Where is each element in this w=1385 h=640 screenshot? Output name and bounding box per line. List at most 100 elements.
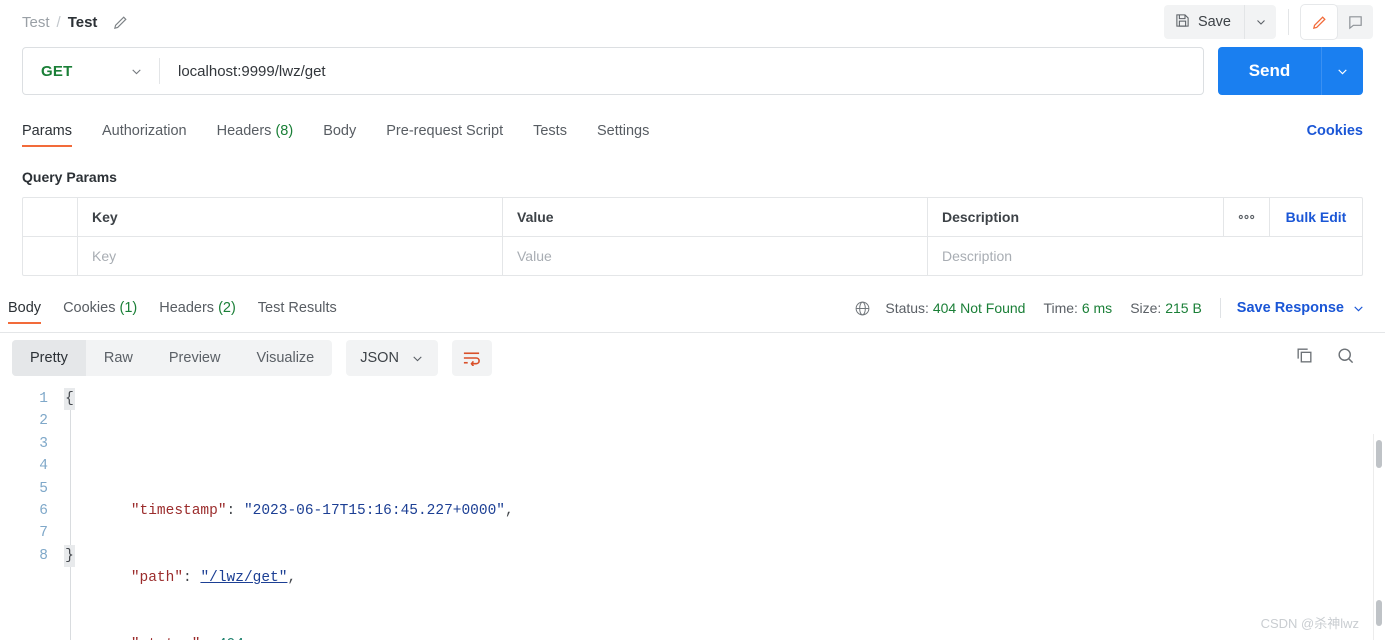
status-badge: 404 Not Found — [932, 300, 1026, 316]
save-response-button[interactable]: Save Response — [1237, 300, 1377, 316]
view-mode-preview[interactable]: Preview — [151, 340, 239, 376]
json-key: "path" — [130, 570, 184, 587]
json-value-link[interactable]: "/lwz/get" — [200, 570, 287, 586]
line-number: 2 — [39, 413, 48, 430]
response-tabs: Body Cookies (1) Headers (2) Test Result… — [0, 290, 1385, 324]
line-number: 1 — [39, 391, 48, 407]
top-bar: Test / Test Save — [0, 0, 1385, 44]
pencil-icon[interactable] — [112, 14, 129, 31]
fold-marker-close[interactable]: } — [64, 544, 75, 568]
query-params-table: Key Value Description Bulk Edit Key Valu… — [22, 197, 1363, 276]
chevron-down-icon — [413, 355, 422, 361]
vertical-scrollbar[interactable] — [1373, 434, 1385, 640]
tab-headers[interactable]: Headers (8) — [217, 123, 294, 147]
edit-mode-button[interactable] — [1301, 5, 1337, 39]
time-value: 6 ms — [1081, 300, 1113, 316]
request-url-row: GET Send — [0, 47, 1385, 95]
comment-icon — [1348, 15, 1362, 29]
json-comma: , — [287, 570, 297, 587]
code-line: "timestamp": "2023-06-17T15:16:45.227+00… — [96, 500, 514, 522]
query-params-title: Query Params — [22, 169, 117, 185]
column-header-description: Description — [928, 198, 1224, 236]
line-number: 7 — [39, 525, 48, 542]
floppy-disk-icon — [1175, 13, 1190, 32]
response-tab-headers[interactable]: Headers (2) — [159, 300, 236, 324]
response-tab-test-results[interactable]: Test Results — [258, 300, 337, 324]
save-button[interactable]: Save — [1164, 5, 1244, 39]
tab-label: Body — [8, 300, 42, 316]
view-mode-visualize[interactable]: Visualize — [238, 340, 332, 376]
tab-label: Authorization — [101, 123, 187, 139]
column-header-value: Value — [503, 198, 928, 236]
comments-button[interactable] — [1337, 5, 1373, 39]
word-wrap-button[interactable] — [451, 340, 492, 376]
table-header-row: Key Value Description Bulk Edit — [23, 198, 1362, 236]
breadcrumb-collection[interactable]: Test — [22, 14, 50, 31]
url-bar: GET — [22, 47, 1204, 95]
cookies-link[interactable]: Cookies — [1307, 123, 1363, 147]
request-tabs: Params Authorization Headers (8) Body Pr… — [0, 113, 1385, 147]
response-tab-cookies[interactable]: Cookies (1) — [63, 300, 137, 324]
breadcrumb-request[interactable]: Test — [68, 14, 98, 31]
line-number-gutter: 1 2 3 4 5 6 7 8 — [0, 388, 62, 640]
line-number: 4 — [39, 458, 48, 475]
tab-params[interactable]: Params — [22, 123, 72, 147]
time-label: Time: 6 ms — [1043, 300, 1112, 316]
status-label-text: Status: — [885, 300, 929, 316]
key-input[interactable]: Key — [78, 237, 503, 275]
code-line: "path": "/lwz/get", — [96, 567, 514, 589]
json-colon: : — [226, 503, 244, 520]
code-fold-gutter[interactable]: { . . . . . . } — [62, 388, 80, 640]
value-input[interactable]: Value — [503, 237, 928, 275]
line-number: 3 — [39, 435, 48, 452]
ellipsis-icon[interactable] — [1224, 198, 1270, 236]
save-button-label: Save — [1197, 14, 1231, 30]
fold-spacer: . — [64, 500, 75, 522]
tab-settings[interactable]: Settings — [597, 123, 649, 147]
response-divider — [0, 332, 1385, 333]
tab-label: Params — [22, 123, 72, 139]
fold-marker-open[interactable]: { — [64, 388, 75, 411]
fold-spacer: . — [64, 410, 75, 432]
view-mode-pretty[interactable]: Pretty — [12, 340, 86, 376]
save-dropdown-button[interactable] — [1244, 5, 1276, 39]
bulk-edit-button[interactable]: Bulk Edit — [1270, 198, 1362, 236]
url-input[interactable] — [160, 62, 1203, 80]
description-input[interactable]: Description — [928, 237, 1362, 275]
tab-pre-request-script[interactable]: Pre-request Script — [386, 123, 503, 147]
tab-label: Pre-request Script — [386, 123, 504, 139]
format-selector[interactable]: JSON — [346, 340, 438, 376]
table-row: Key Value Description — [23, 236, 1362, 275]
size-label-text: Size: — [1130, 300, 1162, 316]
tab-label: Tests — [533, 123, 567, 139]
word-wrap-icon — [464, 352, 481, 366]
method-selector[interactable]: GET — [23, 48, 159, 94]
fold-spacer: . — [64, 455, 75, 477]
tab-label: Test Results — [257, 300, 337, 316]
save-group: Save — [1163, 5, 1276, 39]
line-number: 6 — [39, 503, 48, 520]
divider — [1288, 9, 1289, 35]
chevron-down-icon — [132, 68, 141, 74]
tab-authorization[interactable]: Authorization — [102, 123, 187, 147]
line-number: 5 — [39, 480, 48, 497]
save-response-label: Save Response — [1236, 300, 1344, 316]
send-button[interactable]: Send — [1218, 47, 1321, 95]
view-mode-raw[interactable]: Raw — [86, 340, 151, 376]
tab-count: (8) — [275, 123, 294, 139]
select-all-cell[interactable] — [23, 198, 78, 236]
tab-tests[interactable]: Tests — [533, 123, 567, 147]
json-colon: : — [183, 570, 201, 587]
send-dropdown-button[interactable] — [1321, 47, 1363, 95]
breadcrumb-separator: / — [56, 13, 61, 31]
method-label: GET — [41, 62, 73, 80]
code-content[interactable]: "timestamp": "2023-06-17T15:16:45.227+00… — [80, 388, 514, 640]
size-label: Size: 215 B — [1130, 300, 1202, 316]
row-checkbox-cell[interactable] — [23, 237, 78, 275]
copy-icon[interactable] — [1295, 346, 1314, 370]
search-icon[interactable] — [1336, 346, 1355, 370]
status-label: Status: 404 Not Found — [885, 300, 1025, 316]
response-tab-body[interactable]: Body — [8, 300, 42, 324]
tab-body[interactable]: Body — [323, 123, 356, 147]
scrollbar-thumb-top — [1376, 440, 1382, 468]
